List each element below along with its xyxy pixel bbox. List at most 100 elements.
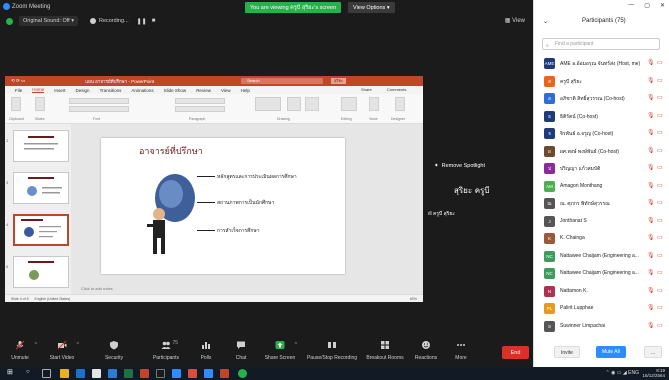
ppt-search-box[interactable]: Search xyxy=(241,78,323,84)
mic-muted-icon[interactable]: 🎙 xyxy=(647,59,655,66)
security-button[interactable]: Security xyxy=(94,340,134,361)
video-off-icon[interactable]: ▭ xyxy=(657,217,663,224)
search-icon[interactable]: ○ xyxy=(26,369,35,378)
participant-row[interactable]: PL Palirit Lupphae 🎙 ▭ xyxy=(534,300,669,317)
line-app-icon[interactable] xyxy=(238,369,247,378)
mic-muted-icon[interactable]: 🎙 xyxy=(647,112,655,119)
unmute-button[interactable]: Unmute ^ xyxy=(0,340,40,361)
font-format-buttons[interactable] xyxy=(69,106,129,112)
ppt-menu-design[interactable]: Design xyxy=(76,88,90,93)
ppt-share-button[interactable]: Share xyxy=(361,87,372,93)
stop-recording-icon[interactable]: ■ xyxy=(152,18,156,24)
more-button[interactable]: More xyxy=(441,340,481,361)
video-off-icon[interactable]: ▭ xyxy=(657,129,663,136)
ppt-menu-file[interactable]: File xyxy=(15,88,22,93)
font-family-dropdown[interactable] xyxy=(69,98,129,104)
mic-muted-icon[interactable]: 🎙 xyxy=(647,322,655,329)
participant-row[interactable]: จ จิรพันธ์ อ.จรูญ (Co-host) 🎙 ▭ xyxy=(534,125,669,142)
minimize-icon[interactable]: — xyxy=(628,2,634,9)
participant-row[interactable]: ธ ธิติรัตน์ (Co-host) 🎙 ▭ xyxy=(534,108,669,125)
view-options-button[interactable]: View Options ▾ xyxy=(348,2,395,13)
video-off-icon[interactable]: ▭ xyxy=(657,252,663,259)
video-off-icon[interactable]: ▭ xyxy=(657,77,663,84)
paragraph-list-buttons[interactable] xyxy=(175,98,225,104)
reactions-button[interactable]: Reactions xyxy=(406,340,446,361)
ppt-menu-slideshow[interactable]: Slide Show xyxy=(164,88,187,93)
windows-start-icon[interactable]: ⊞ xyxy=(7,368,16,377)
video-off-icon[interactable]: ▭ xyxy=(657,112,663,119)
end-meeting-button[interactable]: End xyxy=(502,346,529,359)
word-icon[interactable] xyxy=(108,369,117,378)
ppt-menu-help[interactable]: Help xyxy=(241,88,250,93)
video-off-icon[interactable]: ▭ xyxy=(657,164,663,171)
ppt-user-badge[interactable]: สุริยะ xyxy=(331,78,347,84)
participant-row[interactable]: AM Amagon Monthang 🎙 ▭ xyxy=(534,178,669,195)
ppt-menu-view[interactable]: View xyxy=(221,88,231,93)
ppt-menu-insert[interactable]: Insert xyxy=(54,88,65,93)
video-off-icon[interactable]: ▭ xyxy=(657,234,663,241)
original-sound-toggle[interactable]: Original Sound: Off ▾ xyxy=(19,16,78,26)
participant-search-input[interactable]: ⌕ Find a participant xyxy=(542,38,660,50)
video-off-icon[interactable]: ▭ xyxy=(657,322,663,329)
more-options-button[interactable]: ... xyxy=(644,346,663,358)
system-tray[interactable]: ⌃ ◉ ▭ ◢ ENG xyxy=(605,370,639,376)
mic-muted-icon[interactable]: 🎙 xyxy=(647,147,655,154)
notes-placeholder[interactable]: Click to add notes xyxy=(71,284,423,294)
ppt-menu-review[interactable]: Review xyxy=(196,88,211,93)
file-explorer-icon[interactable] xyxy=(60,369,69,378)
language-indicator[interactable]: ENG xyxy=(628,370,639,376)
clock[interactable]: 8:19 16/12/2564 xyxy=(642,368,665,378)
paste-icon[interactable] xyxy=(11,97,21,111)
participant-row[interactable]: K K. Chainga 🎙 ▭ xyxy=(534,230,669,247)
slide-thumbnail[interactable] xyxy=(13,172,69,204)
video-off-icon[interactable]: ▭ xyxy=(657,94,663,101)
ppt-menu-home[interactable]: Home xyxy=(32,87,45,93)
mute-all-button[interactable]: Mute All xyxy=(596,346,626,358)
ppt-comments-button[interactable]: Comments xyxy=(387,87,406,93)
new-slide-icon[interactable] xyxy=(35,97,45,111)
video-off-icon[interactable]: ▭ xyxy=(657,269,663,276)
pause-recording-icon[interactable]: ❚❚ xyxy=(137,18,147,25)
mic-muted-icon[interactable]: 🎙 xyxy=(647,94,655,101)
chevron-up-icon[interactable]: ^ xyxy=(77,342,79,348)
mic-muted-icon[interactable]: 🎙 xyxy=(647,164,655,171)
slide-thumbnail[interactable] xyxy=(13,256,69,288)
arrange-icon[interactable] xyxy=(287,97,301,111)
status-language[interactable]: English (United States) xyxy=(35,297,71,301)
maximize-icon[interactable]: ▢ xyxy=(644,2,650,9)
app-icon[interactable] xyxy=(156,369,165,378)
participant-row[interactable]: S Suwinner Limpachai 🎙 ▭ xyxy=(534,318,669,335)
breakout-rooms-button[interactable]: Breakout Rooms xyxy=(362,340,408,361)
participant-row[interactable]: ส ครูบี สุริยะ 🎙 ▭ xyxy=(534,73,669,90)
dictate-icon[interactable] xyxy=(369,97,379,111)
shapes-gallery[interactable] xyxy=(255,97,281,111)
chevron-up-icon[interactable]: ^ xyxy=(295,342,297,348)
mic-muted-icon[interactable]: 🎙 xyxy=(647,217,655,224)
close-icon[interactable]: ✕ xyxy=(660,2,665,9)
participant-row[interactable]: J Jonthanat S 🎙 ▭ xyxy=(534,213,669,230)
chevron-down-icon[interactable]: ⌄ xyxy=(543,18,548,25)
status-zoom[interactable]: 60% xyxy=(410,297,417,301)
slide-thumbnail[interactable] xyxy=(13,130,69,162)
invite-button[interactable]: Invite xyxy=(554,346,580,358)
slide-thumbnail-selected[interactable] xyxy=(13,214,69,246)
mic-muted-icon[interactable]: 🎙 xyxy=(647,129,655,136)
current-slide[interactable]: อาจารย์ที่ปรึกษา หลักสูตรและการประเมินผล… xyxy=(101,138,345,274)
share-screen-button[interactable]: Share Screen ^ xyxy=(260,340,300,361)
task-view-icon[interactable] xyxy=(42,369,51,378)
pause-stop-recording-button[interactable]: Pause/Stop Recording xyxy=(304,340,360,361)
mic-muted-icon[interactable]: 🎙 xyxy=(647,287,655,294)
chat-button[interactable]: Chat xyxy=(221,340,261,361)
chevron-up-icon[interactable]: ^ xyxy=(35,342,37,348)
participant-row[interactable]: ผ ผศ.พงษ์ พงษ์พันธ์ (Co-host) 🎙 ▭ xyxy=(534,143,669,160)
video-off-icon[interactable]: ▭ xyxy=(657,182,663,189)
powerpoint-icon[interactable] xyxy=(140,369,149,378)
ppt-quick-access[interactable]: ⟲ ⟳ ▭ xyxy=(11,78,25,84)
video-off-icon[interactable]: ▭ xyxy=(657,199,663,206)
video-off-icon[interactable]: ▭ xyxy=(657,59,663,66)
edge-icon[interactable] xyxy=(76,369,85,378)
video-off-icon[interactable]: ▭ xyxy=(657,287,663,294)
mic-muted-icon[interactable]: 🎙 xyxy=(647,77,655,84)
designer-icon[interactable] xyxy=(395,97,405,111)
participant-row[interactable]: NC Nattawee Chaijam (Engineering a... 🎙 ▭ xyxy=(534,265,669,282)
